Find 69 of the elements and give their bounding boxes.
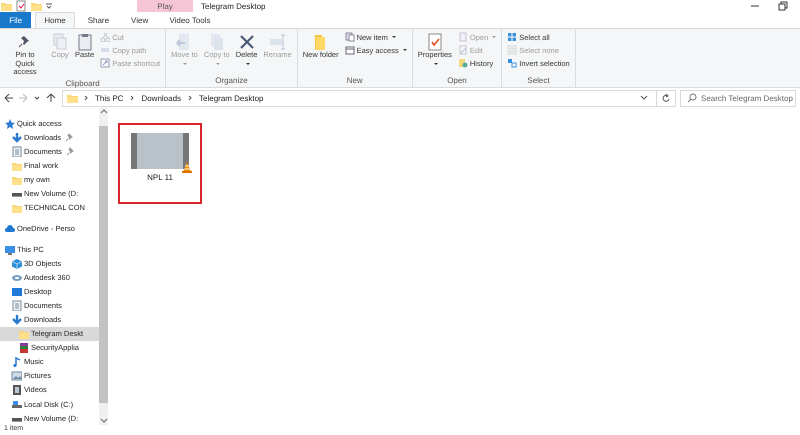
breadcrumb-item[interactable]: Telegram Desktop — [197, 94, 266, 102]
ribbon-tab[interactable]: Video Tools — [161, 12, 219, 28]
folder-icon — [11, 202, 22, 213]
new-item-icon — [344, 32, 355, 42]
ribbon-tab[interactable]: Share — [78, 12, 118, 28]
context-tab-header: Play — [137, 0, 193, 12]
ribbon-group-label: New — [346, 76, 364, 87]
grid-icon — [507, 45, 518, 55]
restore-icon — [778, 1, 788, 11]
breadcrumb-item[interactable]: This PC — [93, 94, 126, 102]
edit-icon — [458, 45, 468, 55]
ribbon-group-label: Select — [526, 76, 551, 87]
computer-icon — [4, 244, 15, 255]
document-icon — [11, 300, 22, 311]
ribbon-tab[interactable]: View — [122, 12, 158, 28]
chevron-icon — [129, 94, 136, 102]
clipboard-icon — [76, 33, 94, 51]
up-button[interactable] — [46, 93, 56, 103]
traffic-cone-icon — [181, 161, 193, 173]
shortcut-icon — [100, 58, 110, 68]
folder-icon — [0, 0, 12, 12]
disk-icon — [11, 398, 22, 410]
picture-icon — [11, 370, 22, 382]
breadcrumb-item[interactable]: Downloads — [139, 94, 184, 102]
chevron-icon — [187, 94, 194, 102]
chevron-icon — [83, 94, 89, 102]
scroll-up-icon — [100, 108, 108, 116]
star-icon — [4, 118, 15, 129]
folder-icon — [18, 328, 29, 340]
back-icon — [4, 93, 14, 103]
folder-icon — [66, 92, 79, 104]
copy-icon — [51, 33, 69, 51]
search-icon — [687, 93, 697, 103]
cloud-icon — [4, 222, 15, 234]
back-button[interactable] — [4, 93, 14, 103]
download-arrow-icon — [11, 314, 22, 326]
search-field[interactable]: Search Telegram Desktop — [680, 90, 796, 106]
caret-icon — [640, 94, 648, 102]
history-icon — [458, 58, 468, 68]
ribbon-group-label: Clipboard — [64, 78, 101, 88]
cube-icon — [11, 258, 22, 269]
ribbon-tab[interactable]: Home — [35, 12, 75, 28]
ribbon-tab[interactable]: File — [0, 12, 32, 28]
scrollbar[interactable] — [99, 108, 108, 425]
refresh-icon — [661, 93, 671, 103]
archive-icon — [18, 342, 29, 354]
music-note-icon — [11, 356, 22, 368]
file-tile[interactable]: NPL 11 — [118, 123, 202, 204]
up-icon — [46, 93, 56, 103]
caret-icon — [45, 1, 53, 11]
grid-icon — [507, 32, 518, 42]
film-icon — [11, 384, 22, 396]
forward-icon — [18, 93, 28, 103]
folder-icon — [30, 0, 42, 12]
scroll-down-icon — [100, 417, 108, 425]
close-icon — [238, 33, 256, 51]
document-icon — [11, 146, 22, 157]
rename-icon — [268, 33, 287, 51]
ribbon-group-label: Organize — [214, 76, 249, 87]
download-arrow-icon — [11, 132, 22, 143]
window-icon — [344, 45, 355, 55]
window-title: Telegram Desktop — [200, 0, 266, 12]
scissors-icon — [100, 32, 110, 42]
ribbon-group-label: Open — [446, 76, 468, 87]
photo-placeholder — [137, 133, 183, 169]
monitor-icon — [11, 286, 22, 297]
grid-icon — [507, 58, 518, 68]
document-icon — [458, 32, 468, 42]
properties-icon — [426, 33, 444, 51]
